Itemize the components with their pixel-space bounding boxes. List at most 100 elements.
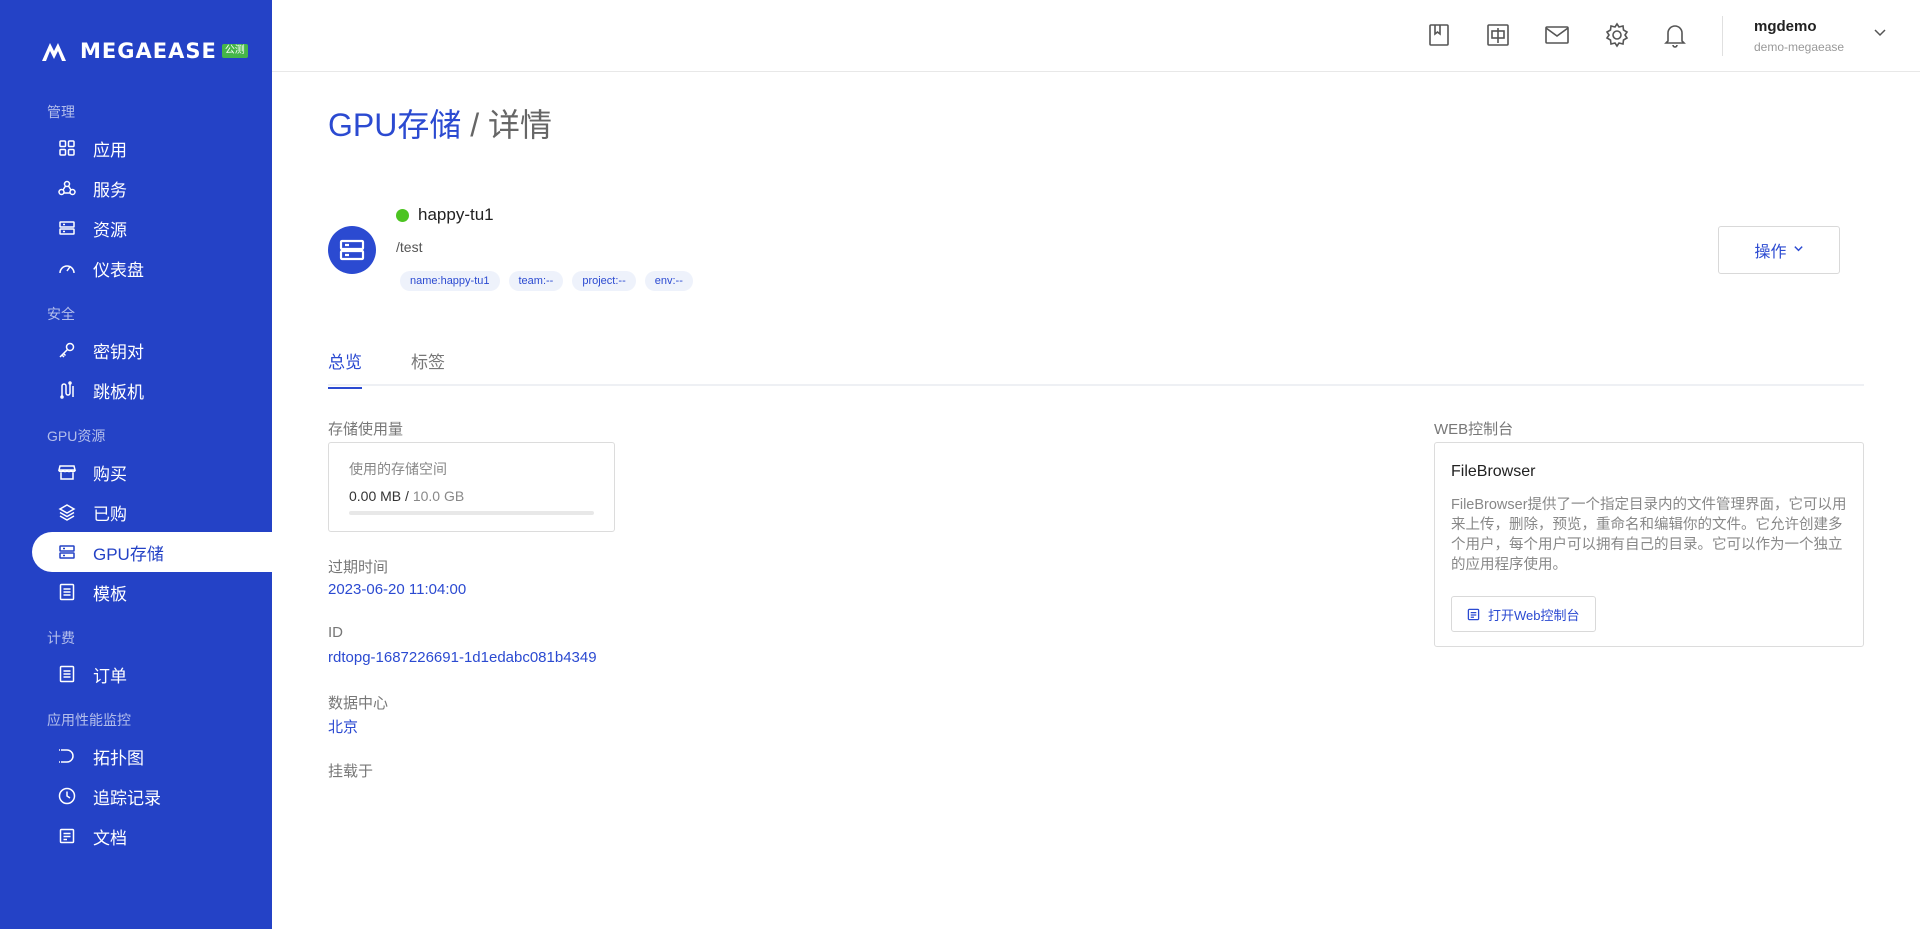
clock-icon bbox=[58, 787, 76, 805]
document-icon bbox=[1467, 608, 1480, 621]
usage-progress-bar bbox=[349, 511, 594, 515]
web-console-description: FileBrowser提供了一个指定目录内的文件管理界面，它可以用来上传，删除，… bbox=[1451, 497, 1847, 573]
sidebar-item-label: 购买 bbox=[93, 464, 127, 484]
tag-badge: project:-- bbox=[572, 271, 636, 291]
sidebar-item-label: 跳板机 bbox=[93, 382, 144, 402]
resource-name: happy-tu1 bbox=[418, 205, 494, 224]
sidebar-item-traces[interactable]: 追踪记录 bbox=[32, 776, 272, 816]
user-org: demo-megaease bbox=[1754, 40, 1845, 54]
sidebar-item-templates[interactable]: 模板 bbox=[32, 572, 272, 612]
sidebar-item-docs[interactable]: 文档 bbox=[32, 816, 272, 856]
nav-section-title: GPU资源 bbox=[47, 428, 106, 444]
order-icon bbox=[58, 665, 76, 683]
dashboard-icon bbox=[58, 259, 76, 277]
sidebar-item-label: 订单 bbox=[93, 666, 127, 686]
logo[interactable]: MEGAEASE 公测 bbox=[40, 36, 248, 66]
sidebar-item-label: 资源 bbox=[93, 220, 127, 240]
nav-section-title: 管理 bbox=[47, 104, 75, 120]
open-web-console-button[interactable]: 打开Web控制台 bbox=[1451, 596, 1596, 632]
web-console-card: FileBrowser FileBrowser提供了一个指定目录内的文件管理界面… bbox=[1434, 442, 1864, 647]
tag-badge: team:-- bbox=[508, 271, 564, 291]
key-icon bbox=[58, 341, 76, 359]
page-title: GPU存储 / 详情 bbox=[328, 100, 552, 146]
id-value: rdtopg-1687226691-1d1edabc081b4349 bbox=[328, 649, 597, 666]
status-indicator bbox=[396, 209, 409, 222]
tab-tags[interactable]: 标签 bbox=[411, 348, 445, 387]
template-icon bbox=[58, 583, 76, 601]
sidebar-item-dashboard[interactable]: 仪表盘 bbox=[32, 248, 272, 288]
usage-card-title: 使用的存储空间 bbox=[349, 461, 447, 477]
topbar: mgdemo demo-megaease bbox=[272, 0, 1920, 72]
sidebar-item-purchased[interactable]: 已购 bbox=[32, 492, 272, 532]
breadcrumb-separator: / bbox=[461, 107, 489, 143]
nav-section-title: 安全 bbox=[47, 306, 75, 322]
document-icon bbox=[58, 827, 76, 845]
sidebar-item-keypairs[interactable]: 密钥对 bbox=[32, 330, 272, 370]
datacenter-label: 数据中心 bbox=[328, 695, 389, 712]
topbar-divider bbox=[1722, 16, 1723, 56]
beta-badge: 公测 bbox=[221, 44, 248, 58]
bookmark-icon[interactable] bbox=[1426, 22, 1452, 48]
usage-label: 存储使用量 bbox=[328, 421, 404, 438]
sidebar-item-topology[interactable]: 拓扑图 bbox=[32, 736, 272, 776]
resource-tags: name:happy-tu1 team:-- project:-- env:-- bbox=[400, 271, 693, 291]
id-label: ID bbox=[328, 624, 343, 641]
sidebar-item-label: 密钥对 bbox=[93, 342, 144, 362]
open-web-console-label: 打开Web控制台 bbox=[1488, 607, 1580, 623]
sidebar-item-resources[interactable]: 资源 bbox=[32, 208, 272, 248]
sidebar-item-label: 拓扑图 bbox=[93, 748, 144, 768]
jump-host-icon bbox=[58, 381, 76, 399]
sidebar-item-services[interactable]: 服务 bbox=[32, 168, 272, 208]
tag-badge: name:happy-tu1 bbox=[400, 271, 500, 291]
tab-overview[interactable]: 总览 bbox=[328, 348, 362, 389]
server-icon bbox=[58, 219, 76, 237]
sidebar-item-jump-host[interactable]: 跳板机 bbox=[32, 370, 272, 410]
tab-bar: 总览 标签 bbox=[328, 340, 1864, 389]
mount-label: 挂载于 bbox=[328, 763, 374, 780]
web-console-title: FileBrowser bbox=[1451, 463, 1536, 480]
tag-badge: env:-- bbox=[644, 271, 693, 291]
storage-icon bbox=[58, 543, 76, 561]
actions-button[interactable]: 操作 bbox=[1718, 226, 1840, 274]
resource-avatar bbox=[328, 226, 376, 274]
sidebar-item-apps[interactable]: 应用 bbox=[32, 128, 272, 168]
sidebar-item-label: 已购 bbox=[93, 504, 127, 524]
breadcrumb-gpu-storage[interactable]: GPU存储 bbox=[328, 107, 461, 143]
sidebar: MEGAEASE 公测 管理 应用 服务 资源 仪表盘 安全 密钥对 跳板机 G… bbox=[0, 0, 272, 929]
datacenter-value: 北京 bbox=[328, 719, 359, 736]
sidebar-item-label: 模板 bbox=[93, 584, 127, 604]
storage-icon bbox=[339, 239, 365, 261]
nav-section-title: 计费 bbox=[47, 630, 75, 646]
sidebar-item-label: GPU存储 bbox=[93, 544, 164, 564]
sidebar-item-label: 文档 bbox=[93, 828, 127, 848]
sidebar-item-gpu-storage[interactable]: GPU存储 bbox=[32, 532, 272, 572]
sidebar-item-label: 应用 bbox=[93, 140, 127, 160]
sidebar-item-buy[interactable]: 购买 bbox=[32, 452, 272, 492]
chevron-down-icon[interactable] bbox=[1872, 24, 1888, 40]
language-icon[interactable] bbox=[1485, 22, 1511, 48]
megaease-logo-icon bbox=[42, 43, 66, 61]
usage-separator: / bbox=[401, 488, 413, 504]
layers-icon bbox=[58, 503, 76, 521]
nav-section-title: 应用性能监控 bbox=[47, 712, 131, 728]
topology-icon bbox=[58, 747, 76, 765]
mail-icon[interactable] bbox=[1544, 22, 1570, 48]
gear-icon[interactable] bbox=[1604, 22, 1630, 48]
total-value: 10.0 GB bbox=[412, 488, 465, 504]
usage-value: 0.00 MB / 10.0 GB bbox=[349, 488, 464, 504]
web-console-label: WEB控制台 bbox=[1434, 421, 1514, 438]
sidebar-item-label: 追踪记录 bbox=[93, 788, 161, 808]
used-value: 0.00 MB bbox=[349, 488, 402, 504]
shop-icon bbox=[58, 463, 76, 481]
brand-name: MEGAEASE bbox=[80, 39, 217, 63]
expire-value: 2023-06-20 11:04:00 bbox=[328, 581, 467, 598]
resource-path: /test bbox=[396, 239, 423, 255]
services-icon bbox=[58, 179, 76, 197]
actions-button-label: 操作 bbox=[1754, 244, 1787, 261]
expire-label: 过期时间 bbox=[328, 559, 389, 576]
breadcrumb-detail: 详情 bbox=[488, 107, 553, 143]
bell-icon[interactable] bbox=[1662, 22, 1688, 48]
user-name[interactable]: mgdemo bbox=[1754, 18, 1817, 35]
sidebar-item-orders[interactable]: 订单 bbox=[32, 654, 272, 694]
sidebar-item-label: 服务 bbox=[93, 180, 127, 200]
